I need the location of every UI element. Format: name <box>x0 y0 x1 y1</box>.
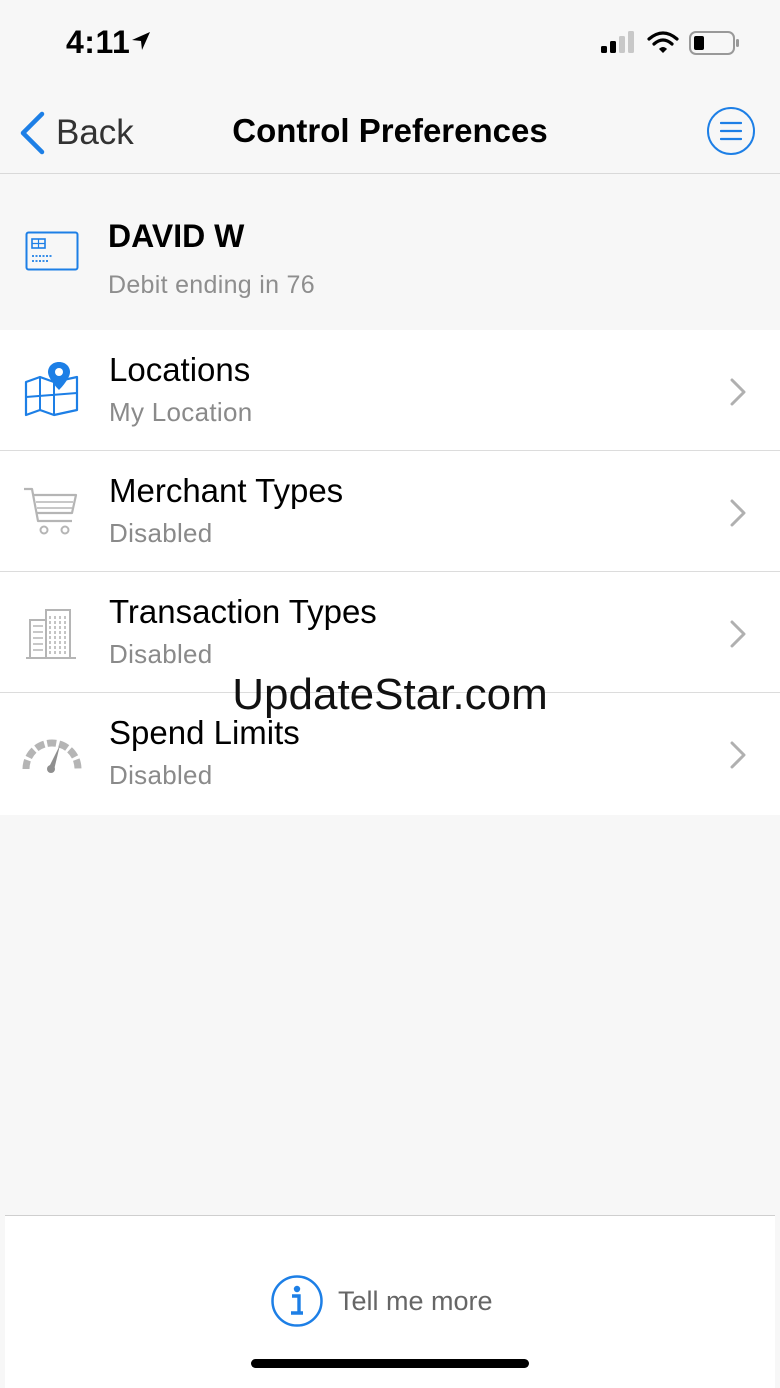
list-item-locations[interactable]: Locations My Location <box>0 330 780 451</box>
item-subtitle: Disabled <box>109 518 213 548</box>
item-title: Merchant Types <box>109 472 344 509</box>
info-icon <box>271 1275 323 1327</box>
item-subtitle: Disabled <box>109 639 213 669</box>
building-icon <box>26 609 76 659</box>
page-title: Control Preferences <box>232 112 548 149</box>
status-bar: 4:11 <box>0 0 780 90</box>
list-item-spend-limits[interactable]: Spend Limits Disabled <box>0 693 780 815</box>
cardholder-name: DAVID W <box>108 218 245 254</box>
menu-icon <box>720 121 742 141</box>
status-time: 4:11 <box>66 24 131 60</box>
tell-me-more-label: Tell me more <box>338 1285 493 1316</box>
chevron-right-icon <box>730 378 746 406</box>
chevron-right-icon <box>730 620 746 648</box>
tell-me-more-button[interactable]: Tell me more <box>270 1274 493 1328</box>
list-item-transaction-types[interactable]: Transaction Types Disabled <box>0 572 780 693</box>
item-subtitle: Disabled <box>109 760 213 790</box>
item-title: Locations <box>109 351 251 388</box>
home-indicator <box>251 1359 529 1368</box>
shopping-cart-icon <box>24 487 78 535</box>
battery-icon <box>689 31 739 55</box>
chevron-right-icon <box>730 499 746 527</box>
preferences-list: Locations My Location Merchant Types Dis… <box>0 330 780 815</box>
menu-button[interactable] <box>707 107 755 155</box>
location-arrow-icon <box>132 32 150 50</box>
list-item-merchant-types[interactable]: Merchant Types Disabled <box>0 451 780 572</box>
wifi-icon <box>647 31 679 53</box>
card-subtitle: Debit ending in 76 <box>108 271 315 299</box>
card-header: DAVID W Debit ending in 76 <box>0 174 780 330</box>
item-subtitle: My Location <box>109 397 253 427</box>
debit-card-icon <box>25 231 79 271</box>
cellular-signal-icon <box>601 31 634 53</box>
item-title: Transaction Types <box>109 593 377 630</box>
speedometer-icon <box>22 739 82 773</box>
navigation-bar: Back Control Preferences <box>0 90 780 174</box>
chevron-right-icon <box>730 741 746 769</box>
map-pin-icon <box>24 362 79 417</box>
item-title: Spend Limits <box>109 714 300 751</box>
